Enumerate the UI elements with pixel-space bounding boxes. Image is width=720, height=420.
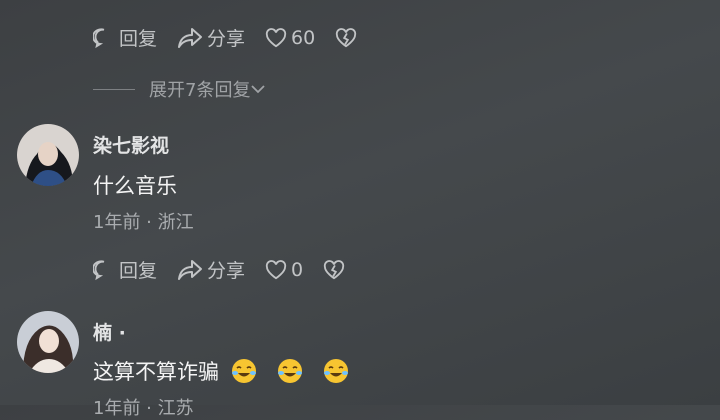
avatar[interactable] xyxy=(17,124,79,186)
like-button[interactable]: 0 xyxy=(265,259,303,281)
like-button[interactable]: 60 xyxy=(265,27,315,49)
prev-comment-actions: 回复 分享 60 xyxy=(93,24,381,51)
comment-text-content: 这算不算诈骗 xyxy=(93,360,219,384)
dislike-button[interactable] xyxy=(335,27,361,48)
avatar-image xyxy=(17,124,79,186)
share-icon xyxy=(178,27,203,48)
crying-laughing-emoji xyxy=(278,359,302,383)
heart-icon xyxy=(265,27,287,47)
comment-meta: 1年前 · 浙江 xyxy=(93,212,194,233)
reply-label: 回复 xyxy=(119,260,158,282)
reply-icon xyxy=(93,27,105,48)
like-count: 60 xyxy=(291,26,316,49)
reply-button[interactable]: 回复 xyxy=(93,256,157,283)
share-icon xyxy=(178,259,203,280)
like-count: 0 xyxy=(291,258,304,281)
reply-icon xyxy=(93,259,105,280)
avatar-image xyxy=(17,311,79,373)
chevron-down-icon xyxy=(251,85,266,94)
broken-heart-icon xyxy=(324,259,345,279)
share-button[interactable]: 分享 xyxy=(177,24,245,51)
share-label: 分享 xyxy=(207,28,246,50)
comment-meta: 1年前 · 江苏 xyxy=(93,398,194,419)
comment-text: 这算不算诈骗 xyxy=(93,356,349,386)
divider-line xyxy=(93,88,135,90)
expand-replies-button[interactable]: 展开7条回复 xyxy=(93,76,266,102)
comment-text-content: 什么音乐 xyxy=(93,174,177,198)
reply-label: 回复 xyxy=(119,28,158,50)
crying-laughing-emoji xyxy=(324,359,348,383)
comment-text: 什么音乐 xyxy=(93,170,177,200)
broken-heart-icon xyxy=(336,27,357,47)
username[interactable]: 楠 · xyxy=(93,318,126,345)
expand-label: 展开7条回复 xyxy=(149,80,251,101)
dislike-button[interactable] xyxy=(323,259,349,280)
username[interactable]: 染七影视 xyxy=(93,131,169,158)
comment-actions: 回复 分享 0 xyxy=(93,256,369,283)
share-label: 分享 xyxy=(207,260,246,282)
crying-laughing-emoji xyxy=(232,359,256,383)
heart-icon xyxy=(265,259,287,279)
avatar[interactable] xyxy=(17,311,79,373)
reply-button[interactable]: 回复 xyxy=(93,24,157,51)
share-button[interactable]: 分享 xyxy=(177,256,245,283)
